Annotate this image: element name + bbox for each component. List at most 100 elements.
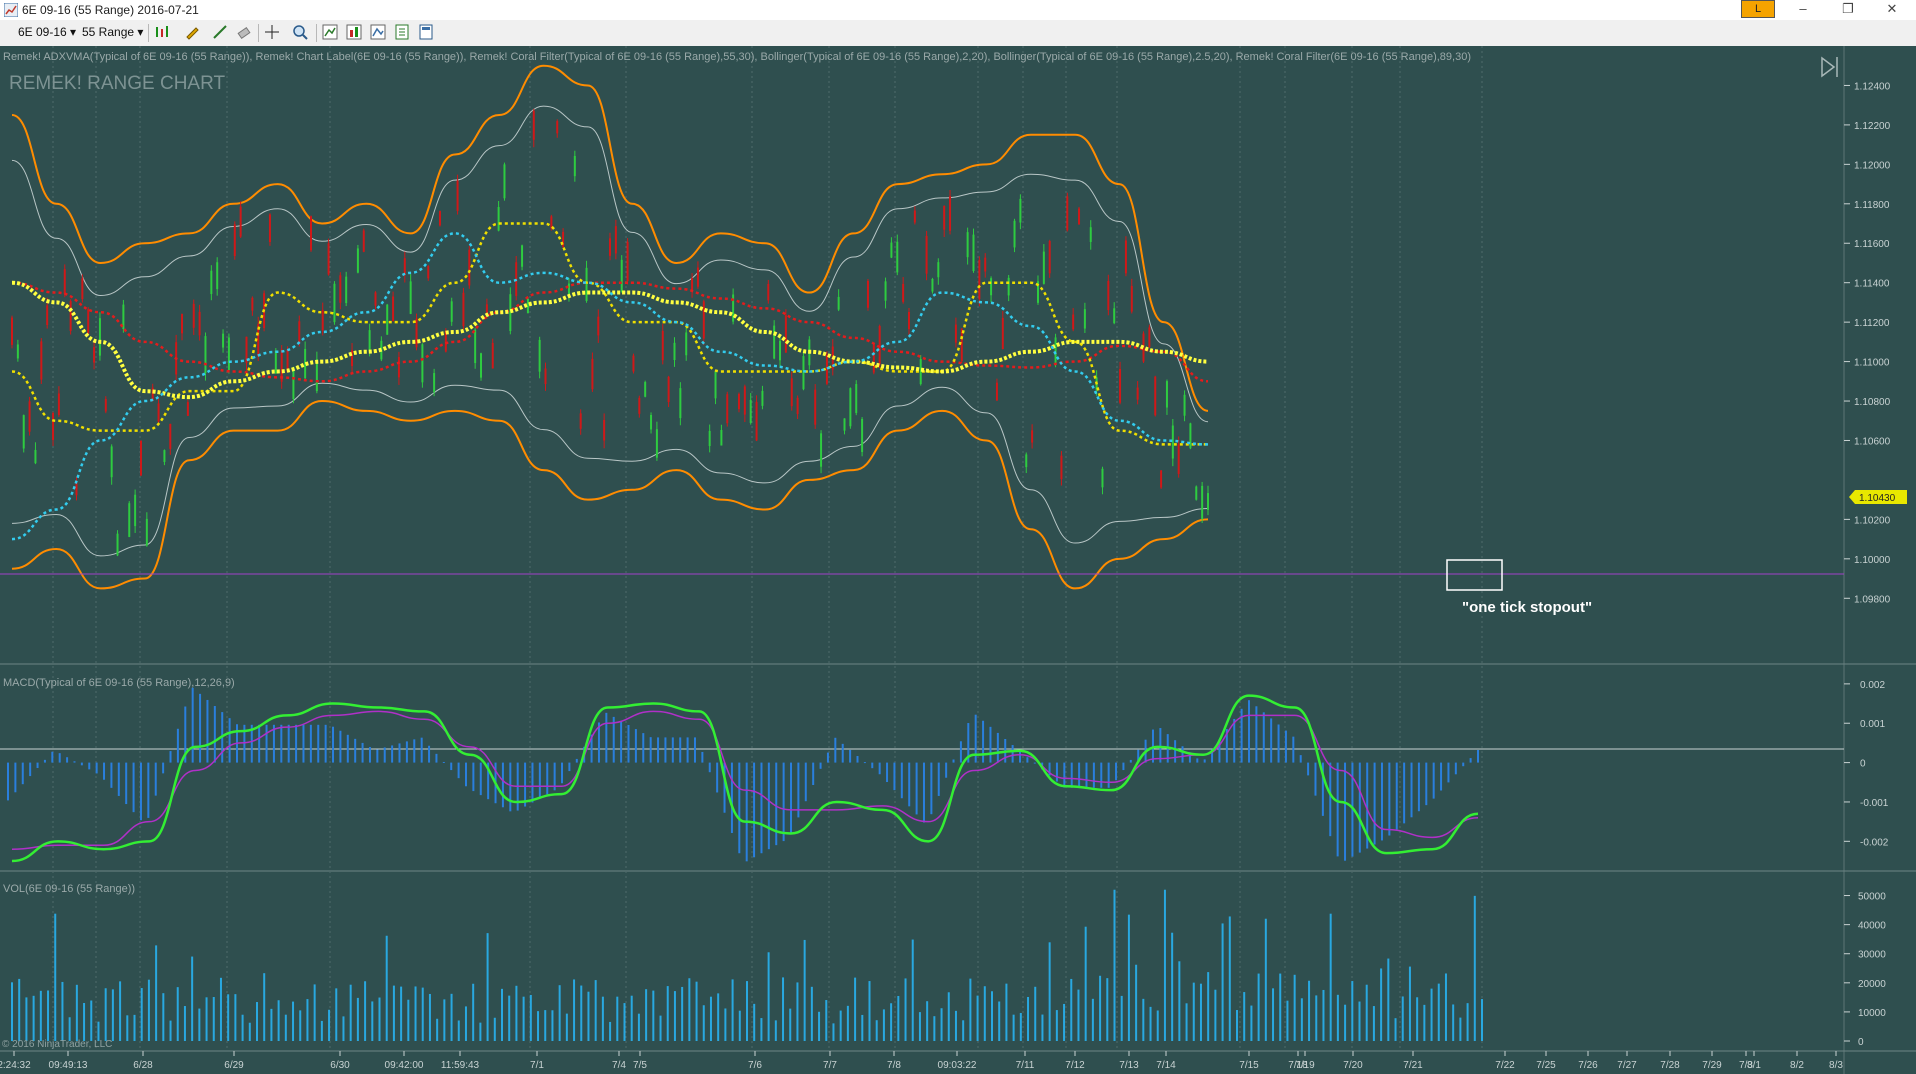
price-bar-body bbox=[28, 401, 31, 432]
price-bar-body bbox=[11, 317, 13, 345]
price-tick-label: 1.11600 bbox=[1854, 239, 1890, 250]
volume-bar bbox=[472, 983, 475, 1041]
volume-bar bbox=[782, 977, 785, 1041]
macd-histogram-bar bbox=[915, 762, 918, 815]
chart-canvas[interactable]: Remek! ADXVMA(Typical of 6E 09-16 (55 Ra… bbox=[0, 46, 1916, 1074]
price-bar-body bbox=[433, 373, 436, 392]
link-badge[interactable]: L bbox=[1741, 0, 1775, 18]
macd-histogram-bar bbox=[708, 762, 711, 773]
volume-bar bbox=[428, 993, 431, 1041]
volume-bar bbox=[594, 980, 597, 1041]
crosshair-icon[interactable] bbox=[264, 24, 280, 40]
volume-bar bbox=[1063, 1003, 1066, 1041]
price-bar-body bbox=[820, 433, 823, 467]
panel-icon[interactable] bbox=[418, 24, 434, 40]
volume-bar bbox=[378, 997, 381, 1041]
price-bar-body bbox=[790, 378, 793, 407]
price-bar-body bbox=[93, 347, 96, 363]
chart-background bbox=[0, 46, 1916, 1074]
macd-histogram-bar bbox=[213, 706, 216, 763]
volume-bar bbox=[1012, 1014, 1015, 1041]
macd-histogram-bar bbox=[922, 762, 925, 823]
macd-histogram-bar bbox=[1403, 762, 1406, 824]
restore-button[interactable]: ❐ bbox=[1828, 0, 1868, 20]
volume-bar bbox=[983, 986, 986, 1041]
price-bar-body bbox=[638, 397, 641, 414]
chart-area[interactable]: Remek! ADXVMA(Typical of 6E 09-16 (55 Ra… bbox=[0, 46, 1916, 1074]
macd-histogram-bar bbox=[1122, 762, 1125, 771]
minimize-button[interactable]: – bbox=[1783, 0, 1823, 20]
volume-bar bbox=[464, 1006, 467, 1041]
price-bar-body bbox=[87, 309, 90, 334]
macd-histogram-bar bbox=[812, 762, 815, 786]
volume-bar bbox=[962, 1020, 965, 1041]
volume-bar bbox=[954, 1010, 957, 1041]
price-bar-body bbox=[1107, 280, 1110, 311]
macd-histogram-bar bbox=[1196, 758, 1199, 763]
properties-icon[interactable] bbox=[394, 24, 410, 40]
price-bar-body bbox=[75, 482, 78, 496]
price-bar-body bbox=[890, 242, 893, 258]
volume-bar bbox=[601, 996, 604, 1041]
macd-histogram-bar bbox=[804, 762, 807, 802]
macd-histogram-bar bbox=[110, 762, 113, 788]
volume-bar bbox=[392, 985, 395, 1041]
price-bar-body bbox=[116, 533, 119, 556]
volume-bar bbox=[1481, 999, 1483, 1041]
volume-label: VOL(6E 09-16 (55 Range)) bbox=[3, 883, 135, 895]
volume-bar bbox=[890, 1003, 893, 1041]
zoom-icon[interactable] bbox=[292, 24, 308, 40]
volume-bar bbox=[385, 935, 388, 1041]
price-bar-body bbox=[966, 232, 969, 258]
strategies-icon[interactable] bbox=[346, 24, 362, 40]
volume-bar bbox=[47, 990, 50, 1041]
indicators-icon[interactable] bbox=[322, 24, 338, 40]
macd-histogram-bar bbox=[147, 762, 150, 818]
macd-histogram-bar bbox=[863, 762, 866, 764]
macd-histogram-bar bbox=[1011, 745, 1014, 763]
bar-type-icon[interactable] bbox=[154, 24, 170, 40]
price-bar-body bbox=[46, 305, 49, 326]
volume-bar bbox=[688, 978, 691, 1041]
draw-line-icon[interactable] bbox=[212, 24, 228, 40]
macd-histogram-bar bbox=[509, 762, 512, 812]
price-bar-body bbox=[896, 241, 899, 273]
price-bar-body bbox=[345, 276, 348, 304]
volume-bar bbox=[1084, 926, 1087, 1041]
period-selector[interactable]: 55 Range ▾ bbox=[82, 25, 143, 41]
volume-bar bbox=[256, 1002, 258, 1041]
instrument-selector[interactable]: 6E 09-16 ▾ bbox=[18, 25, 76, 41]
volume-bar bbox=[998, 1001, 1001, 1041]
price-tick-label: 1.10600 bbox=[1854, 436, 1891, 447]
data-series-icon[interactable] bbox=[370, 24, 386, 40]
pencil-icon[interactable] bbox=[184, 24, 200, 40]
price-bar-body bbox=[1089, 227, 1092, 242]
macd-histogram-bar bbox=[413, 739, 416, 763]
macd-histogram-bar bbox=[730, 762, 733, 833]
price-bar-body bbox=[925, 235, 928, 274]
volume-bar bbox=[364, 981, 367, 1041]
volume-bar bbox=[1279, 973, 1282, 1041]
current-price-label: 1.10430 bbox=[1859, 493, 1896, 504]
volume-bar bbox=[371, 1001, 374, 1041]
price-bar-body bbox=[274, 350, 277, 374]
price-bar-body bbox=[931, 278, 934, 292]
price-bar-body bbox=[16, 344, 19, 359]
price-bar-body bbox=[796, 397, 799, 414]
price-bar-body bbox=[63, 269, 66, 295]
price-bar-body bbox=[339, 275, 342, 303]
macd-histogram-bar bbox=[1388, 762, 1391, 836]
macd-histogram-bar bbox=[1299, 755, 1302, 763]
volume-bar bbox=[299, 1010, 302, 1041]
macd-histogram-bar bbox=[1440, 762, 1443, 791]
price-bar-body bbox=[157, 403, 160, 422]
macd-histogram-bar bbox=[36, 762, 39, 768]
close-button[interactable]: ✕ bbox=[1872, 0, 1912, 20]
price-bar-body bbox=[773, 325, 776, 359]
price-bar-body bbox=[696, 267, 699, 287]
time-tick-label: 7/5 bbox=[633, 1060, 647, 1071]
eraser-icon[interactable] bbox=[236, 24, 252, 40]
price-bar-body bbox=[181, 314, 184, 334]
price-bar-body bbox=[462, 292, 465, 327]
volume-bar bbox=[774, 1020, 777, 1041]
